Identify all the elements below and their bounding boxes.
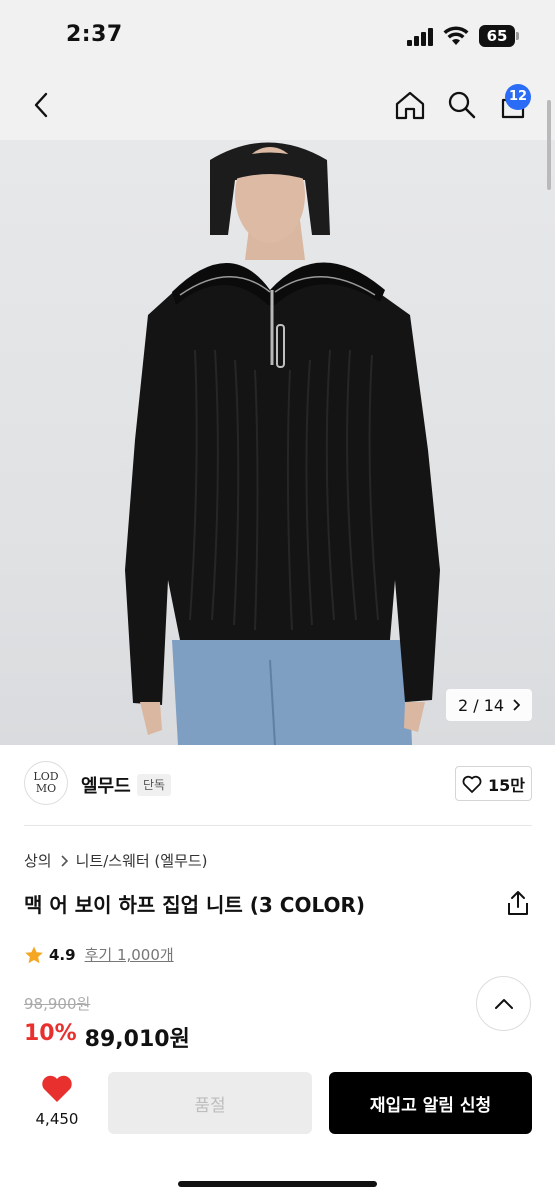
share-button[interactable]: [505, 889, 531, 917]
brand-logo[interactable]: LOD MO: [24, 761, 68, 805]
home-icon: [395, 91, 425, 120]
exclusive-badge: 단독: [137, 774, 172, 796]
brand-like-count: 15만: [488, 775, 525, 795]
soldout-button[interactable]: 품절: [108, 1072, 312, 1134]
chevron-left-icon: [34, 92, 48, 118]
wish-count: 4,450: [35, 1110, 79, 1128]
home-button[interactable]: [390, 85, 430, 125]
share-icon: [508, 891, 528, 915]
review-link[interactable]: 후기 1,000개: [85, 944, 174, 965]
back-button[interactable]: [22, 85, 60, 125]
battery-indicator: 65: [479, 25, 519, 47]
scroll-top-button[interactable]: [476, 976, 531, 1031]
heart-outline-icon: [462, 775, 482, 793]
search-icon: [448, 91, 476, 119]
chevron-right-icon: [61, 854, 68, 867]
brand-row: LOD MO 엘무드 단독 15만: [0, 745, 555, 825]
divider: [24, 825, 532, 826]
breadcrumb: 상의 니트/스웨터 (엘무드): [24, 850, 208, 871]
brand-name[interactable]: 엘무드: [81, 772, 131, 798]
star-icon: [25, 946, 43, 963]
rating-value: 4.9: [49, 945, 76, 964]
restock-alert-button[interactable]: 재입고 알림 신청: [329, 1072, 532, 1134]
signal-icon: [407, 28, 435, 46]
breadcrumb-subcategory[interactable]: 니트/스웨터 (엘무드): [76, 850, 208, 871]
image-counter-text: 2 / 14: [457, 695, 505, 715]
wish-button[interactable]: 4,450: [24, 1072, 90, 1132]
cart-count-badge: 12: [505, 84, 531, 110]
product-image[interactable]: [0, 140, 555, 745]
status-time: 2:37: [66, 22, 123, 47]
discount-rate: 10%: [24, 1021, 77, 1046]
scrollbar-thumb[interactable]: [547, 100, 551, 190]
chevron-right-icon: [513, 699, 521, 711]
price-row: 10% 89,010원: [24, 1021, 190, 1053]
original-price: 98,900원: [24, 995, 91, 1013]
brand-like-button[interactable]: 15만: [455, 766, 532, 801]
top-nav: [0, 70, 555, 140]
product-title: 맥 어 보이 하프 집업 니트 (3 COLOR): [24, 893, 366, 917]
image-counter[interactable]: 2 / 14: [446, 689, 532, 721]
heart-filled-icon: [42, 1075, 72, 1102]
chevron-up-icon: [494, 998, 513, 1009]
rating-row: 4.9 후기 1,000개: [24, 944, 174, 965]
status-bar: 2:37 65: [0, 0, 555, 70]
product-photo-illustration: [125, 142, 440, 745]
breadcrumb-category[interactable]: 상의: [24, 850, 52, 871]
home-indicator: [178, 1181, 377, 1187]
final-price: 89,010원: [84, 1027, 190, 1052]
wifi-icon: [443, 25, 469, 47]
search-button[interactable]: [442, 85, 482, 125]
